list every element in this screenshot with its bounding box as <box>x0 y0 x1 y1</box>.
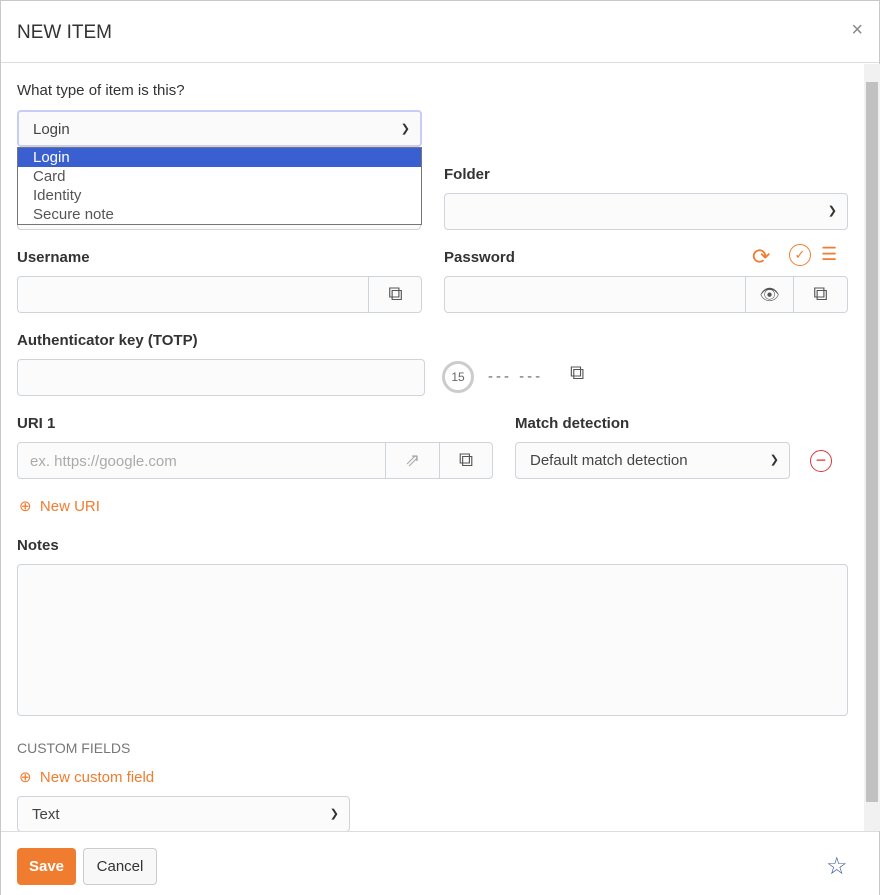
dialog-footer: Save Cancel ☆ <box>1 831 879 895</box>
notes-label: Notes <box>17 537 59 554</box>
option-login[interactable]: Login <box>18 148 421 167</box>
chevron-down-icon: ❯ <box>827 205 837 217</box>
copy-password-button[interactable]: ⧉ <box>793 277 847 312</box>
folder-label: Folder <box>444 166 490 183</box>
scrollbar[interactable] <box>864 64 880 831</box>
totp-code: --- --- <box>488 368 544 385</box>
eye-icon: 👁 <box>759 286 780 304</box>
type-dropdown-list: Login Card Identity Secure note <box>17 147 422 225</box>
uri-placeholder: ex. https://google.com <box>30 453 177 470</box>
launch-uri-button[interactable]: ⇗ <box>385 443 439 478</box>
totp-label: Authenticator key (TOTP) <box>17 332 198 349</box>
match-detection-value: Default match detection <box>530 452 688 469</box>
plus-circle-icon: ⊕ <box>19 769 32 786</box>
option-secure-note[interactable]: Secure note <box>18 205 421 224</box>
chevron-down-icon: ❯ <box>400 123 410 135</box>
remove-uri-icon[interactable]: − <box>810 450 832 472</box>
notes-textarea[interactable] <box>17 564 848 716</box>
copy-icon: ⧉ <box>813 283 828 305</box>
dialog-header: NEW ITEM × <box>1 1 879 63</box>
option-card[interactable]: Card <box>18 167 421 186</box>
copy-totp-icon[interactable]: ⧉ <box>570 362 584 385</box>
close-icon[interactable]: × <box>851 19 863 42</box>
custom-field-type-select[interactable]: Text ❯ <box>17 796 350 831</box>
copy-uri-button[interactable]: ⧉ <box>439 443 492 478</box>
copy-username-button[interactable]: ⧉ <box>368 277 422 312</box>
generate-password-icon[interactable]: ⟳ <box>752 244 770 270</box>
username-input[interactable]: ⧉ <box>17 276 422 313</box>
type-label: What type of item is this? <box>17 82 185 99</box>
toggle-visibility-button[interactable]: 👁 <box>745 277 793 312</box>
custom-field-type-value: Text <box>32 806 60 823</box>
password-label: Password <box>444 249 515 266</box>
copy-icon: ⧉ <box>388 283 403 305</box>
totp-input[interactable] <box>17 359 425 396</box>
save-button[interactable]: Save <box>17 848 76 885</box>
totp-countdown: 15 <box>442 361 474 393</box>
copy-icon: ⧉ <box>458 449 474 471</box>
username-label: Username <box>17 249 90 266</box>
new-item-dialog: NEW ITEM × What type of item is this? Lo… <box>0 0 880 895</box>
option-identity[interactable]: Identity <box>18 186 421 205</box>
type-select-value: Login <box>33 121 70 138</box>
new-custom-field-label: New custom field <box>39 769 155 786</box>
new-uri-button[interactable]: ⊕ New URI <box>19 497 100 515</box>
custom-fields-heading: CUSTOM FIELDS <box>17 740 131 756</box>
plus-circle-icon: ⊕ <box>19 498 32 515</box>
dialog-body: What type of item is this? Login ❯ Login … <box>1 64 863 831</box>
external-link-icon: ⇗ <box>404 450 421 470</box>
chevron-down-icon: ❯ <box>329 808 339 820</box>
dialog-title: NEW ITEM <box>17 22 112 43</box>
scrollbar-thumb[interactable] <box>866 82 878 802</box>
folder-select[interactable]: ❯ <box>444 193 848 230</box>
type-select[interactable]: Login ❯ <box>17 110 422 147</box>
password-history-icon[interactable]: ☰ <box>821 244 837 265</box>
match-detection-select[interactable]: Default match detection ❯ <box>515 442 790 479</box>
match-detection-label: Match detection <box>515 415 630 432</box>
cancel-button[interactable]: Cancel <box>83 848 157 885</box>
uri-input[interactable]: ex. https://google.com ⇗ ⧉ <box>17 442 493 479</box>
chevron-down-icon: ❯ <box>769 454 779 466</box>
uri-label: URI 1 <box>17 415 56 432</box>
new-uri-label: New URI <box>39 498 100 515</box>
new-custom-field-button[interactable]: ⊕ New custom field <box>19 768 154 786</box>
password-input[interactable]: 👁 ⧉ <box>444 276 848 313</box>
check-password-icon[interactable]: ✓ <box>789 244 811 266</box>
favorite-star-icon[interactable]: ☆ <box>826 852 848 881</box>
